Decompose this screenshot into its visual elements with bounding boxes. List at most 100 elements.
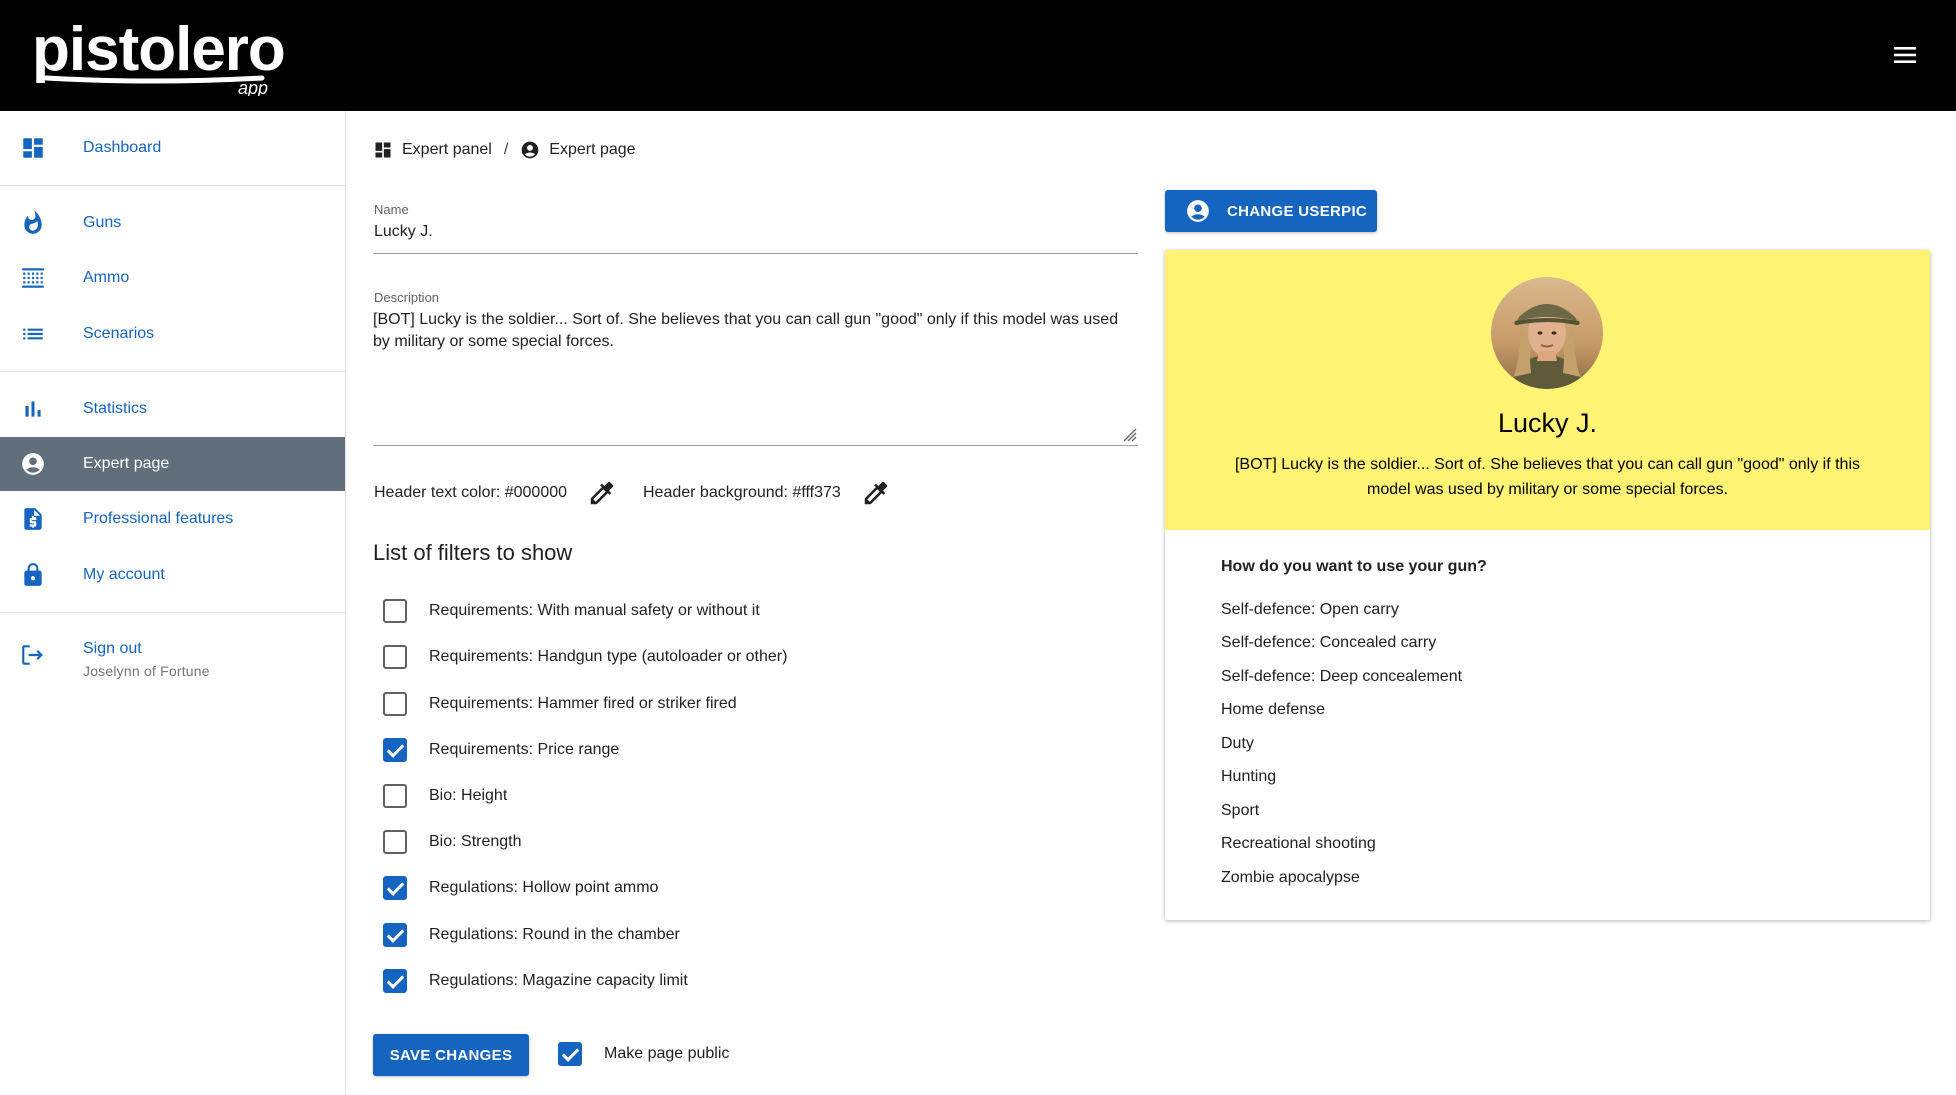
sidebar-item-ammo[interactable]: Ammo [0, 251, 345, 305]
filter-checkbox-row[interactable]: Bio: Height [383, 779, 507, 813]
sidebar-item-scenarios[interactable]: Scenarios [0, 307, 345, 361]
eyedropper-icon [590, 481, 614, 505]
filter-checkbox-label: Requirements: Handgun type (autoloader o… [429, 648, 788, 665]
filter-checkbox-label: Regulations: Magazine capacity limit [429, 972, 688, 989]
account-circle-icon [521, 141, 539, 159]
filter-checkbox-row[interactable]: Requirements: Handgun type (autoloader o… [383, 640, 787, 674]
preview-use-item: Recreational shooting [1221, 835, 1376, 852]
filter-checkbox-label: Requirements: Hammer fired or striker fi… [429, 695, 737, 712]
sidebar-item-dashboard[interactable]: Dashboard [0, 121, 345, 175]
filter-checkbox[interactable] [383, 599, 407, 623]
filter-checkbox-label: Bio: Height [429, 787, 508, 804]
sidebar-item-expert-page[interactable]: Expert page [0, 437, 345, 491]
preview-expert-name: Lucky J. [1497, 408, 1598, 438]
preview-use-item: Self-defence: Concealed carry [1221, 634, 1437, 651]
header-text-color-picker-button[interactable] [587, 478, 617, 508]
sidebar-item-professional-features[interactable]: Professional features [0, 492, 345, 546]
sidebar-item-label: Professional features [83, 510, 234, 527]
filter-checkbox-label: Regulations: Hollow point ammo [429, 879, 659, 896]
breadcrumb-current: Expert page [549, 141, 636, 158]
make-public-checkbox[interactable] [558, 1042, 582, 1066]
sidebar-item-guns[interactable]: Guns [0, 196, 345, 250]
name-field-label: Name [374, 202, 409, 217]
filter-checkbox-label: Requirements: Price range [429, 741, 620, 758]
invoice-dollar-icon [24, 508, 42, 530]
preview-use-item: Hunting [1221, 768, 1277, 785]
preview-use-item: Self-defence: Deep concealement [1221, 668, 1463, 685]
make-public-label: Make page public [604, 1045, 730, 1062]
filter-checkbox[interactable] [383, 692, 407, 716]
filter-checkbox[interactable] [383, 876, 407, 900]
name-field[interactable]: Lucky J. [374, 223, 433, 241]
sidebar-item-label: Ammo [83, 269, 130, 286]
header-background-setting: Header background: #fff373 [643, 476, 891, 510]
save-changes-button[interactable]: SAVE CHANGES [373, 1034, 529, 1076]
preview-use-item: Zombie apocalypse [1221, 869, 1360, 886]
filter-checkbox-row[interactable]: Requirements: Price range [383, 733, 619, 767]
sidebar-divider [0, 371, 345, 372]
header-background-label: Header background: #fff373 [643, 484, 841, 501]
header-text-color-label: Header text color: #000000 [374, 484, 568, 501]
sidebar-item-sign-out[interactable]: Sign out Joselynn of Fortune [0, 620, 345, 690]
sidebar-item-label: Dashboard [83, 139, 162, 156]
sidebar-item-label: Scenarios [83, 325, 155, 342]
make-public-row[interactable]: Make page public [558, 1037, 729, 1071]
filter-checkbox-row[interactable]: Bio: Strength [383, 825, 522, 859]
preview-use-item: Duty [1221, 735, 1254, 752]
name-field-underline [373, 253, 1138, 254]
account-circle-icon [22, 453, 44, 475]
header-background-picker-button[interactable] [861, 478, 891, 508]
filter-checkbox[interactable] [383, 784, 407, 808]
sidebar-item-statistics[interactable]: Statistics [0, 382, 345, 436]
sidebar-divider [0, 612, 345, 613]
preview-question-title: How do you want to use your gun? [1221, 558, 1487, 575]
preview-card-header: Lucky J. [BOT] Lucky is the soldier... S… [1165, 250, 1930, 530]
sidebar-item-my-account[interactable]: My account [0, 548, 345, 602]
expert-preview-card: Lucky J. [BOT] Lucky is the soldier... S… [1165, 250, 1930, 920]
breadcrumb: Expert panel / Expert page [373, 138, 636, 162]
pistolero-logo[interactable]: pistolero app [32, 14, 294, 96]
preview-use-item: Self-defence: Open carry [1221, 601, 1399, 618]
sidebar: Dashboard Guns Ammo Scenarios Statistics… [0, 111, 346, 1095]
resize-handle-icon[interactable] [1121, 426, 1137, 442]
filter-checkbox-row[interactable]: Requirements: With manual safety or with… [383, 594, 760, 628]
logo-sub-text: app [238, 78, 268, 96]
sign-out-label: Sign out [83, 640, 142, 657]
dashboard-icon [375, 142, 391, 158]
sidebar-item-label: Guns [83, 214, 122, 231]
preview-use-item: Sport [1221, 802, 1260, 819]
avatar-portrait-image [1491, 277, 1603, 389]
lock-icon [24, 563, 42, 586]
filter-checkbox-row[interactable]: Regulations: Round in the chamber [383, 918, 680, 952]
filter-checkbox[interactable] [383, 923, 407, 947]
filter-checkbox[interactable] [383, 645, 407, 669]
list-icon [23, 328, 43, 340]
filter-checkbox-row[interactable]: Regulations: Hollow point ammo [383, 871, 658, 905]
sidebar-divider [0, 185, 345, 186]
header-text-color-setting: Header text color: #000000 [374, 476, 617, 510]
description-field-label: Description [374, 290, 440, 305]
preview-use-item: Home defense [1221, 701, 1326, 718]
filter-checkbox-row[interactable]: Regulations: Magazine capacity limit [383, 964, 688, 998]
filter-checkbox-label: Bio: Strength [429, 833, 522, 850]
breadcrumb-separator: / [503, 141, 509, 158]
sidebar-item-label: Statistics [83, 400, 148, 417]
filter-checkbox-label: Regulations: Round in the chamber [429, 926, 680, 943]
preview-expert-description: [BOT] Lucky is the soldier... Sort of. S… [1234, 456, 1861, 498]
description-field-underline [373, 445, 1138, 446]
filter-checkbox[interactable] [383, 969, 407, 993]
filter-checkbox[interactable] [383, 830, 407, 854]
filter-checkbox-row[interactable]: Requirements: Hammer fired or striker fi… [383, 687, 737, 721]
dashboard-icon [23, 138, 43, 158]
change-userpic-button[interactable]: CHANGE USERPIC [1165, 190, 1377, 232]
sidebar-item-label: Expert page [83, 455, 170, 472]
hamburger-menu-button[interactable] [1885, 40, 1925, 70]
signed-in-user-name: Joselynn of Fortune [83, 663, 210, 679]
breadcrumb-expert-panel[interactable]: Expert panel [402, 141, 492, 159]
top-bar: pistolero app [0, 0, 1956, 111]
description-textarea[interactable]: [BOT] Lucky is the soldier... Sort of. S… [373, 309, 1138, 353]
ammo-icon [22, 268, 44, 288]
filter-checkbox[interactable] [383, 738, 407, 762]
bar-chart-icon [25, 401, 41, 417]
logo-text: pistolero [32, 15, 285, 84]
